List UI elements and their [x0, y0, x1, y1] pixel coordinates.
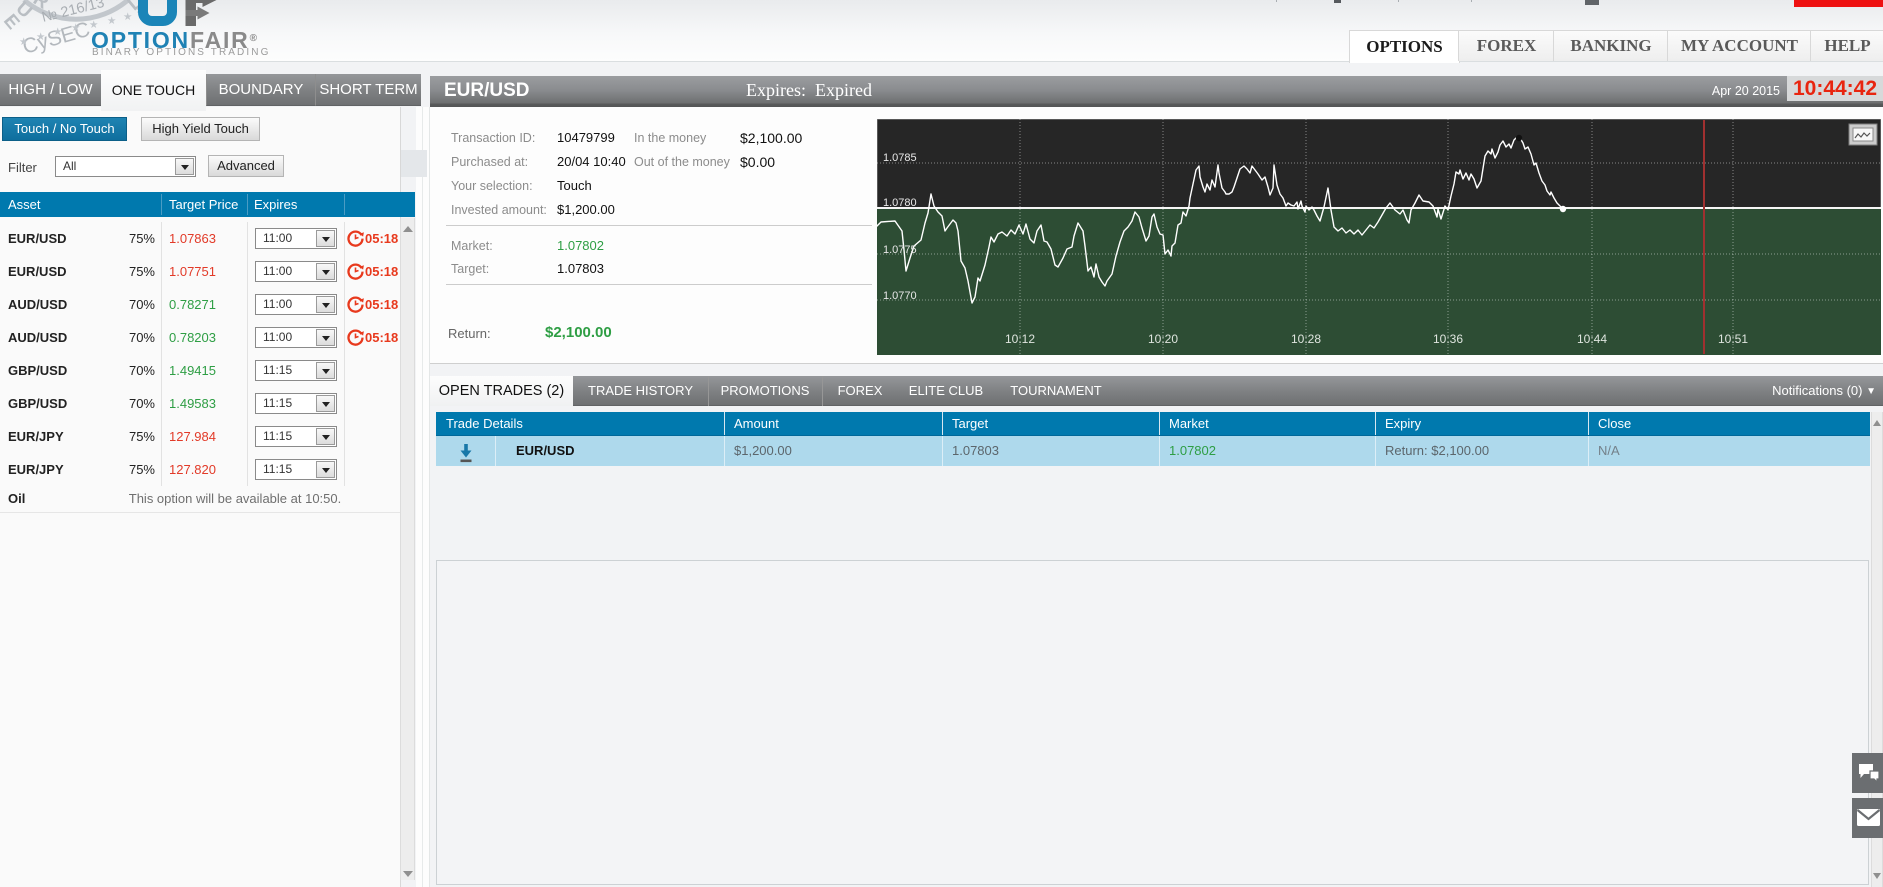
- svg-text:★: ★: [19, 36, 29, 48]
- svg-text:1.0785: 1.0785: [883, 152, 917, 164]
- svg-text:★: ★: [36, 31, 46, 43]
- svg-text:10:28: 10:28: [1291, 332, 1321, 346]
- svg-text:1.0770: 1.0770: [883, 290, 917, 302]
- svg-text:CySEC: CySEC: [20, 18, 93, 59]
- svg-text:★: ★: [107, 15, 117, 27]
- svg-text:★: ★: [123, 11, 133, 23]
- svg-text:★: ★: [71, 22, 81, 34]
- svg-text:10:20: 10:20: [1148, 332, 1178, 346]
- svg-text:1.0780: 1.0780: [883, 197, 917, 209]
- svg-text:10:36: 10:36: [1433, 332, 1463, 346]
- svg-text:1.0775: 1.0775: [883, 244, 917, 256]
- svg-text:10:44: 10:44: [1577, 332, 1607, 346]
- svg-text:10:51: 10:51: [1718, 332, 1748, 346]
- svg-text:10:12: 10:12: [1005, 332, 1035, 346]
- svg-text:★: ★: [53, 26, 63, 38]
